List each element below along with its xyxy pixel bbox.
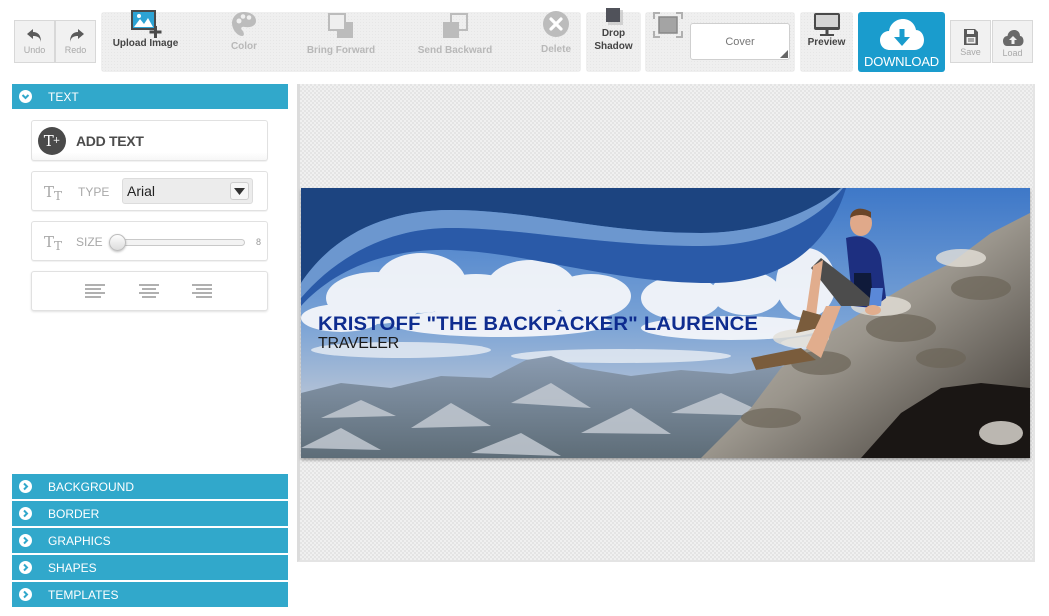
- upload-image-label: Upload Image: [112, 38, 179, 49]
- font-type-icon: TT: [44, 183, 63, 203]
- resize-corner-icon: [780, 50, 788, 58]
- font-size-slider[interactable]: [118, 239, 245, 246]
- undo-button[interactable]: Undo: [14, 20, 55, 63]
- drop-shadow-label-1: Drop: [601, 28, 626, 39]
- send-backward-icon: [443, 13, 468, 38]
- accordion-border-title: BORDER: [48, 506, 100, 521]
- font-size-row: TT SIZE 8: [31, 221, 268, 261]
- font-size-slider-thumb[interactable]: [109, 234, 126, 251]
- font-size-value: 8: [256, 237, 262, 247]
- accordion-border-header[interactable]: BORDER: [12, 501, 288, 526]
- chevron-right-icon: [19, 588, 32, 601]
- font-family-value: Arial: [127, 183, 156, 199]
- chevron-right-icon: [19, 507, 32, 520]
- redo-icon: [69, 29, 84, 42]
- send-backward-label: Send Backward: [417, 45, 493, 56]
- accordion-graphics-title: GRAPHICS: [48, 533, 111, 548]
- redo-button[interactable]: Redo: [55, 20, 96, 63]
- bring-forward-label: Bring Forward: [306, 45, 376, 56]
- add-text-label: ADD TEXT: [76, 132, 144, 149]
- text-align-row: [31, 271, 268, 311]
- preview-label: Preview: [807, 37, 846, 48]
- fit-to-canvas-button[interactable]: [650, 0, 686, 60]
- accordion-shapes-title: SHAPES: [48, 560, 97, 575]
- undo-label: Undo: [23, 45, 46, 55]
- load-button[interactable]: Load: [992, 20, 1033, 63]
- accordion-text-title: TEXT: [48, 89, 79, 104]
- align-center-button[interactable]: [139, 284, 159, 300]
- save-button[interactable]: Save: [950, 20, 991, 63]
- accordion-text-header[interactable]: TEXT: [12, 84, 288, 109]
- add-text-icon: T +: [38, 126, 66, 155]
- cloud-upload-icon: [1002, 30, 1023, 46]
- accordion-background-header[interactable]: BACKGROUND: [12, 474, 288, 499]
- cover-banner[interactable]: KRISTOFF "THE BACKPACKER" LAURENCE TRAVE…: [301, 188, 1030, 458]
- delete-button[interactable]: Delete: [536, 0, 576, 60]
- color-button[interactable]: Color: [214, 0, 274, 60]
- send-backward-button[interactable]: Send Backward: [412, 0, 498, 60]
- type-label: TYPE: [78, 185, 110, 199]
- drop-shadow-label-2: Shadow: [594, 41, 633, 52]
- palette-icon: [232, 12, 256, 36]
- accordion-background-title: BACKGROUND: [48, 479, 135, 494]
- font-type-row: TT TYPE Arial: [31, 171, 268, 211]
- accordion-graphics-header[interactable]: GRAPHICS: [12, 528, 288, 553]
- redo-label: Redo: [64, 45, 87, 55]
- floppy-disk-icon: [963, 29, 978, 45]
- align-right-button[interactable]: [192, 284, 212, 300]
- upload-image-button[interactable]: Upload Image: [108, 0, 183, 60]
- accordion-templates-title: TEMPLATES: [48, 587, 119, 602]
- drop-shadow-button[interactable]: Drop Shadow: [586, 0, 641, 60]
- bring-forward-button[interactable]: Bring Forward: [300, 0, 382, 60]
- font-size-icon: TT: [44, 233, 63, 253]
- download-label: DOWNLOAD: [864, 54, 939, 69]
- delete-label: Delete: [540, 44, 571, 55]
- drop-shadow-icon: [605, 8, 623, 25]
- bring-forward-icon: [328, 13, 353, 38]
- undo-icon: [26, 29, 41, 42]
- size-label: SIZE: [76, 235, 103, 249]
- load-label: Load: [1002, 48, 1023, 58]
- chevron-down-icon: [19, 90, 32, 103]
- download-button[interactable]: DOWNLOAD: [858, 12, 945, 72]
- dropdown-arrow-icon: [230, 182, 249, 200]
- accordion-templates-header[interactable]: TEMPLATES: [12, 582, 288, 607]
- banner-subtitle-text[interactable]: TRAVELER: [318, 335, 399, 353]
- fit-frame-icon: [653, 12, 683, 38]
- chevron-right-icon: [19, 480, 32, 493]
- fit-mode-value: Cover: [725, 35, 755, 48]
- align-left-button[interactable]: [85, 284, 105, 300]
- delete-icon: [543, 11, 569, 37]
- monitor-icon: [813, 13, 840, 36]
- cloud-download-icon: [879, 19, 924, 50]
- font-family-select[interactable]: Arial: [122, 178, 253, 204]
- save-label: Save: [960, 47, 981, 57]
- banner-name-text[interactable]: KRISTOFF "THE BACKPACKER" LAURENCE: [318, 313, 758, 336]
- preview-button[interactable]: Preview: [800, 0, 853, 60]
- color-label: Color: [230, 41, 258, 52]
- add-text-button[interactable]: T + ADD TEXT: [31, 120, 268, 161]
- chevron-right-icon: [19, 561, 32, 574]
- chevron-right-icon: [19, 534, 32, 547]
- accordion-shapes-header[interactable]: SHAPES: [12, 555, 288, 580]
- fit-mode-select[interactable]: Cover: [690, 23, 790, 60]
